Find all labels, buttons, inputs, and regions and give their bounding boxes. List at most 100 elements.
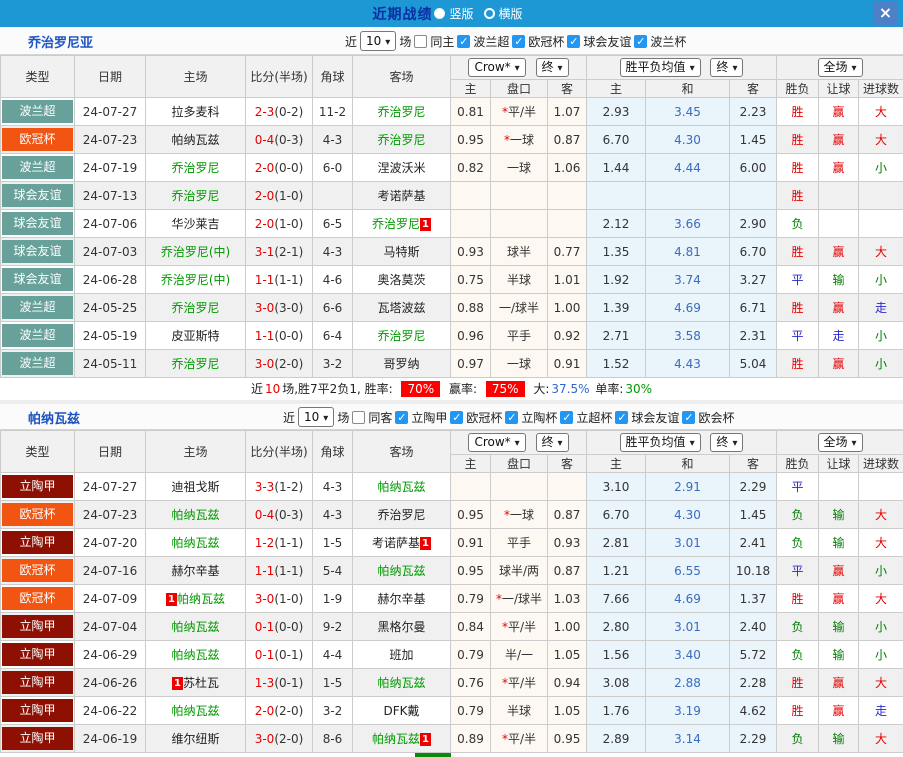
red-number-badge: 1 xyxy=(420,537,431,550)
goals-result-cell: 大 xyxy=(858,584,903,613)
odds-source-select[interactable]: Crow* ▾ xyxy=(468,58,526,77)
league-badge: 立陶甲 xyxy=(2,671,73,694)
home-team: 皮亚斯特 xyxy=(145,321,246,350)
col-corners: 角球 xyxy=(312,430,353,473)
home-team: 华沙莱吉 xyxy=(145,209,246,238)
outcome-cell: 胜 xyxy=(776,696,820,725)
goals-result-cell: 大 xyxy=(858,500,903,529)
date-cell: 24-06-28 xyxy=(74,265,146,294)
col-avg-home: 主 xyxy=(586,454,647,473)
table-row: 立陶甲 24-06-29 帕纳瓦兹 0-1(0-1) 4-4 班加 0.79 半… xyxy=(0,640,903,669)
score-cell: 3-0(2-0) xyxy=(245,349,313,378)
date-cell: 24-06-26 xyxy=(74,668,146,697)
outcome-cell: 平 xyxy=(776,556,820,585)
league-checkbox[interactable] xyxy=(457,34,471,48)
goals-result-cell: 小 xyxy=(858,265,903,294)
home-team: 维尔纽斯 xyxy=(145,724,246,753)
scope-select[interactable]: 全场 ▾ xyxy=(817,58,863,77)
final-odds-select[interactable]: 终 ▾ xyxy=(535,433,569,452)
date-cell: 24-06-29 xyxy=(74,640,146,669)
games-label: 场 xyxy=(337,410,350,425)
league-checkbox[interactable] xyxy=(682,410,696,424)
away-team: 考诺萨基 1 xyxy=(352,528,451,557)
avg-home-cell: 1.56 xyxy=(586,640,647,669)
final-avg-select[interactable]: 终 ▾ xyxy=(710,433,744,452)
avg-home-cell: 2.80 xyxy=(586,612,647,641)
col-date: 日期 xyxy=(74,430,146,473)
date-cell: 24-05-11 xyxy=(74,349,146,378)
same-side-checkbox[interactable] xyxy=(414,34,428,48)
odds-source-select[interactable]: Crow* ▾ xyxy=(468,433,526,452)
corners-cell: 4-3 xyxy=(312,237,353,266)
avg-select[interactable]: 胜平负均值 ▾ xyxy=(619,433,701,452)
score-cell: 1-2(1-1) xyxy=(245,528,313,557)
date-cell: 24-07-09 xyxy=(74,584,146,613)
goals-result-cell: 大 xyxy=(858,724,903,753)
handicap-cell: 半球 xyxy=(490,265,548,294)
odds-source-header: Crow* ▾ 终 ▾ xyxy=(449,55,588,80)
home-team: 帕纳瓦兹 xyxy=(145,500,246,529)
league-checkbox-label: 立超杯 xyxy=(576,410,613,425)
odds-away-cell: 0.77 xyxy=(546,237,588,266)
league-checkbox[interactable] xyxy=(560,410,574,424)
goals-result-cell: 大 xyxy=(858,528,903,557)
avg-home-cell xyxy=(586,181,647,210)
league-badge: 欧冠杯 xyxy=(2,128,73,151)
scope-select[interactable]: 全场 ▾ xyxy=(817,433,863,452)
near-select[interactable]: 10 ▾ xyxy=(360,31,397,51)
odds-away-cell: 0.87 xyxy=(546,125,588,154)
near-select[interactable]: 10 ▾ xyxy=(298,407,335,427)
league-checkbox[interactable] xyxy=(512,34,526,48)
league-badge: 球会友谊 xyxy=(2,240,73,263)
col-handicap: 盘口 xyxy=(490,454,548,473)
avg-draw-cell: 4.81 xyxy=(645,237,731,266)
avg-away-cell: 6.71 xyxy=(729,293,778,322)
league-checkbox[interactable] xyxy=(615,410,629,424)
league-checkbox[interactable] xyxy=(567,34,581,48)
avg-draw-cell: 4.69 xyxy=(645,584,731,613)
final-odds-select[interactable]: 终 ▾ xyxy=(535,58,569,77)
outcome-cell: 胜 xyxy=(776,237,820,266)
handicap-cell: *平/半 xyxy=(490,97,548,126)
league-checkbox[interactable] xyxy=(450,410,464,424)
league-badge: 波兰超 xyxy=(2,296,73,319)
avg-select[interactable]: 胜平负均值 ▾ xyxy=(619,58,701,77)
odds-away-cell: 0.94 xyxy=(546,668,588,697)
handicap-result-cell: 赢 xyxy=(818,696,860,725)
date-cell: 24-06-22 xyxy=(74,696,146,725)
handicap-result-cell: 赢 xyxy=(818,125,860,154)
col-away: 客场 xyxy=(352,55,451,98)
col-away: 客场 xyxy=(352,430,451,473)
league-checkbox[interactable] xyxy=(395,410,409,424)
odds-home-cell: 0.97 xyxy=(450,349,491,378)
odds-away-cell xyxy=(546,472,588,501)
same-side-checkbox[interactable] xyxy=(352,410,366,424)
odds-away-cell: 1.03 xyxy=(546,584,588,613)
corners-cell xyxy=(312,181,353,210)
handicap-cell: 平手 xyxy=(490,321,548,350)
red-number-badge: 1 xyxy=(420,218,431,231)
outcome-cell: 胜 xyxy=(776,125,820,154)
away-team: 乔治罗尼 1 xyxy=(352,209,451,238)
away-team: 马特斯 xyxy=(352,237,451,266)
avg-draw-cell: 3.45 xyxy=(645,97,731,126)
away-team: 黑格尔曼 xyxy=(352,612,451,641)
radio-horizontal-view[interactable] xyxy=(483,8,495,19)
avg-away-cell: 1.45 xyxy=(729,500,778,529)
close-icon[interactable]: × xyxy=(874,2,897,25)
league-checkbox-label: 波兰超 xyxy=(473,34,510,49)
date-cell: 24-07-27 xyxy=(74,97,146,126)
table-row: 波兰超 24-05-25 乔治罗尼 3-0(3-0) 6-6 瓦塔波兹 0.88… xyxy=(0,293,903,322)
league-checkbox[interactable] xyxy=(505,410,519,424)
chevron-down-icon: ▾ xyxy=(514,438,520,449)
league-checkbox-label: 球会友谊 xyxy=(583,34,632,49)
league-badge: 球会友谊 xyxy=(2,184,73,207)
col-odds-home: 主 xyxy=(450,454,491,473)
goals-result-cell: 小 xyxy=(858,153,903,182)
avg-home-cell: 1.76 xyxy=(586,696,647,725)
final-avg-select[interactable]: 终 ▾ xyxy=(710,58,744,77)
col-result: 胜负 xyxy=(776,454,820,473)
radio-vertical-view[interactable] xyxy=(434,8,446,19)
league-checkbox[interactable] xyxy=(634,34,648,48)
league-checkbox-label: 欧会杯 xyxy=(698,410,735,425)
